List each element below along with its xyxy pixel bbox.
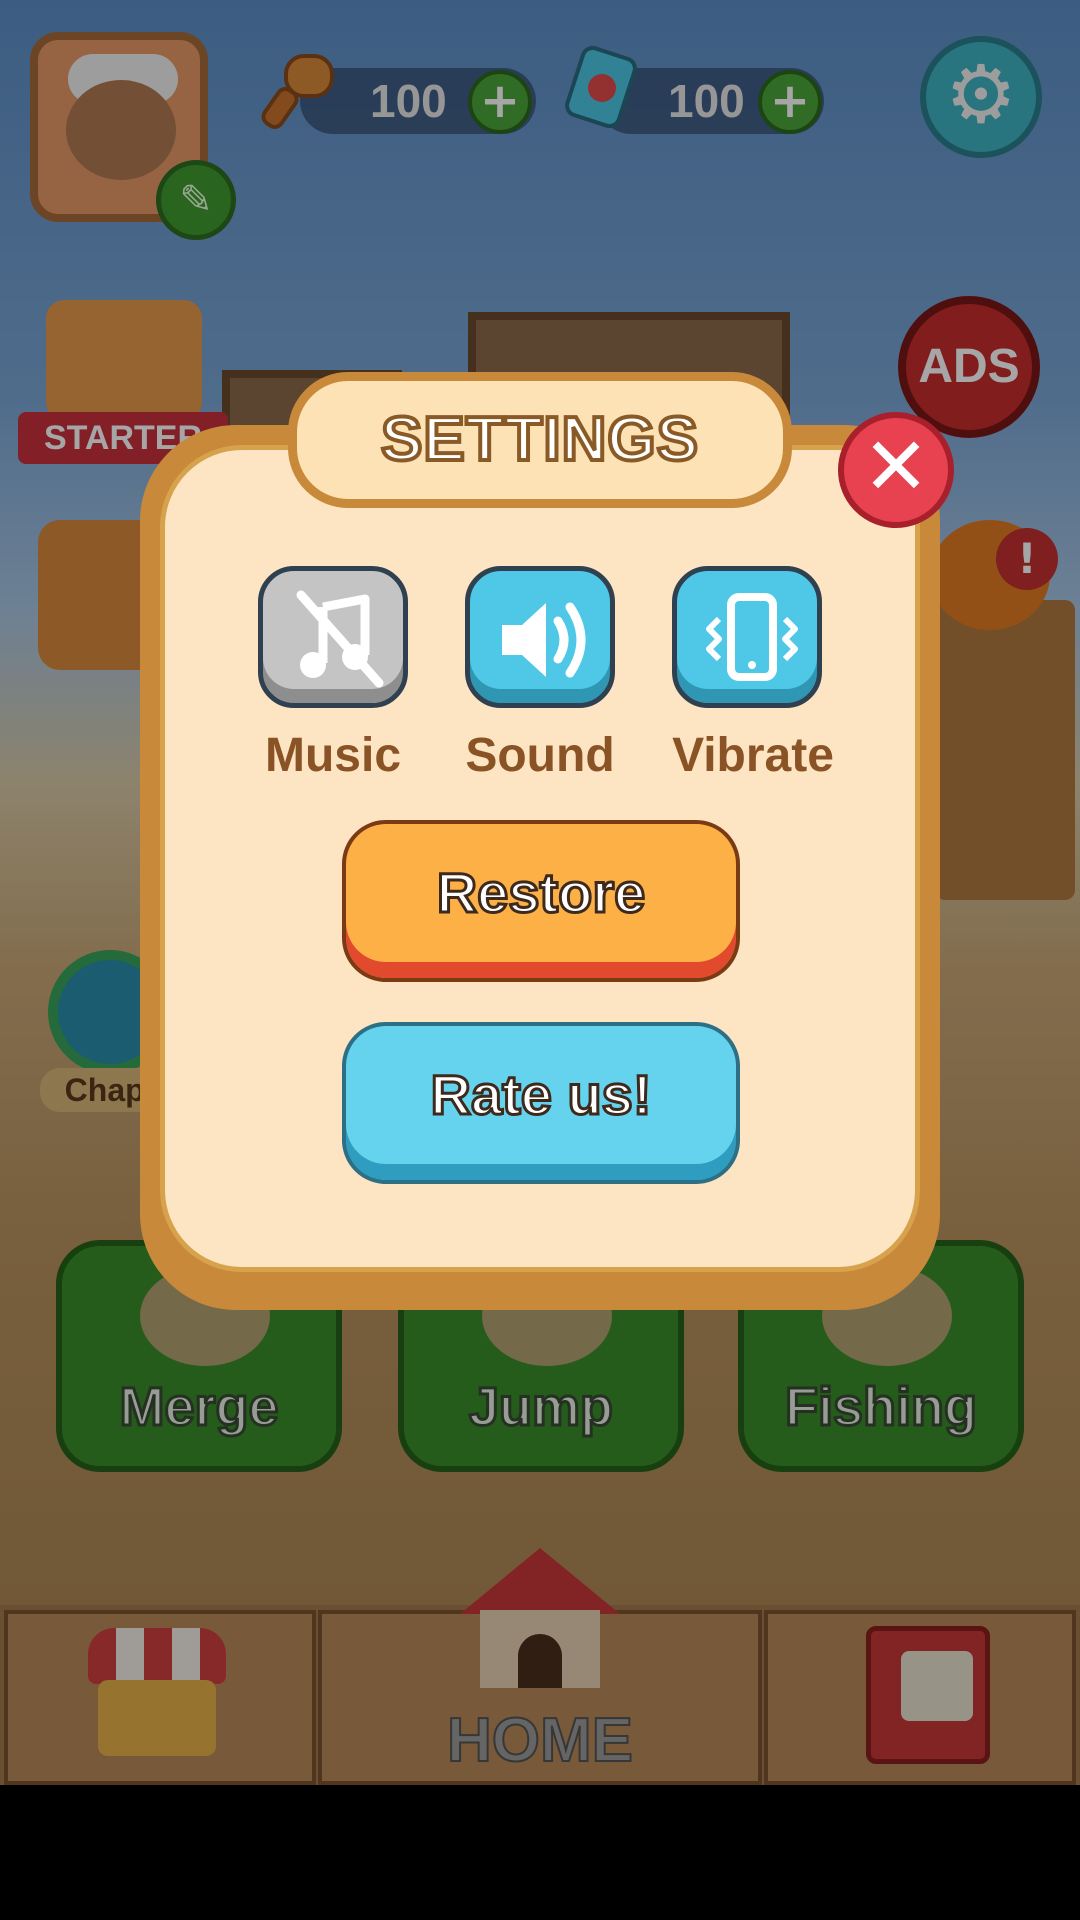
sound-toggle[interactable]: [465, 566, 615, 708]
sound-label: Sound: [465, 729, 615, 782]
restore-button[interactable]: Restore: [342, 820, 740, 982]
close-button[interactable]: ✕: [838, 412, 954, 528]
rate-us-label: Rate us!: [429, 1062, 653, 1128]
vibrate-phone-icon: [706, 593, 798, 681]
vibrate-toggle[interactable]: [672, 566, 822, 708]
rate-us-button[interactable]: Rate us!: [342, 1022, 740, 1184]
close-icon: ✕: [862, 420, 930, 513]
speaker-icon: [502, 602, 586, 678]
dialog-title: SETTINGS: [379, 403, 700, 476]
music-off-icon: [296, 590, 384, 688]
music-toggle[interactable]: [258, 566, 408, 708]
restore-label: Restore: [435, 860, 647, 926]
vibrate-label: Vibrate: [672, 729, 834, 782]
music-label: Music: [264, 729, 402, 782]
